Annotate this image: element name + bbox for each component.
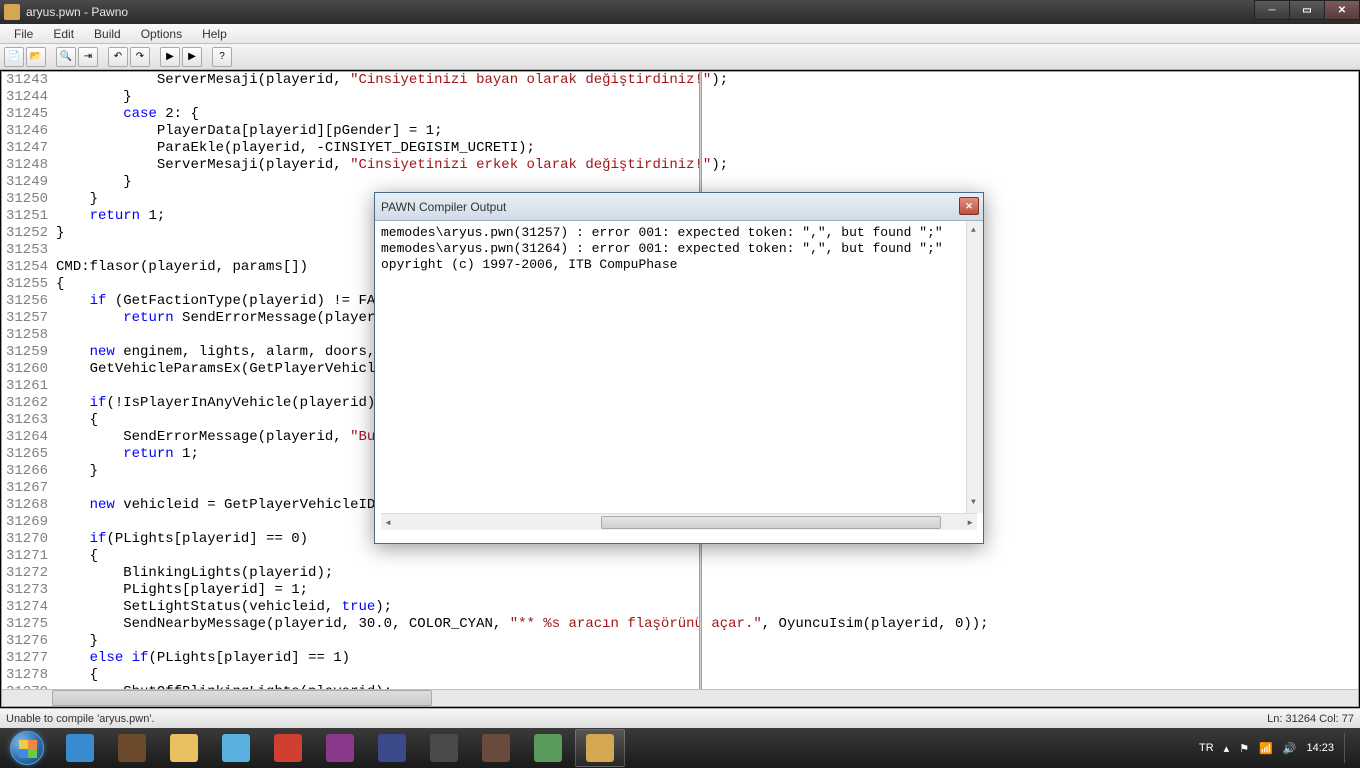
status-position: Ln: 31264 Col: 77	[1267, 713, 1354, 725]
tray-language[interactable]: TR	[1199, 742, 1214, 754]
open-button[interactable]: 📂	[26, 47, 46, 67]
new-button[interactable]: 📄	[4, 47, 24, 67]
dialog-vertical-scrollbar[interactable]	[966, 221, 983, 513]
horizontal-scrollbar[interactable]	[2, 689, 1358, 706]
dialog-title-text: PAWN Compiler Output	[381, 200, 506, 214]
tray-network-icon[interactable]: 📶	[1259, 742, 1273, 755]
start-button[interactable]	[0, 728, 54, 768]
run-button[interactable]: ▶	[182, 47, 202, 67]
maximize-button[interactable]: ▭	[1289, 0, 1325, 20]
tray-volume-icon[interactable]: 🔊	[1283, 742, 1297, 755]
line-gutter: 3124331244312453124631247312483124931250…	[2, 72, 56, 701]
menu-file[interactable]: File	[4, 25, 43, 43]
taskbar-minecraft[interactable]	[107, 729, 157, 767]
dialog-close-button[interactable]: ✕	[959, 197, 979, 215]
redo-button[interactable]: ↷	[130, 47, 150, 67]
compiler-output-line: memodes\aryus.pwn(31257) : error 001: ex…	[381, 225, 977, 241]
app-icon	[4, 4, 20, 20]
taskbar-folder[interactable]	[211, 729, 261, 767]
menu-build[interactable]: Build	[84, 25, 131, 43]
dialog-horizontal-scrollbar[interactable]	[381, 513, 977, 530]
scrollbar-thumb[interactable]	[52, 690, 432, 706]
tray-flag-icon[interactable]: ⚑	[1239, 742, 1249, 755]
status-message: Unable to compile 'aryus.pwn'.	[6, 713, 155, 725]
taskbar-app3[interactable]	[523, 729, 573, 767]
taskbar-pawno[interactable]	[575, 729, 625, 767]
compiler-output-line: opyright (c) 1997-2006, ITB CompuPhase	[381, 257, 977, 273]
taskbar-app2[interactable]	[471, 729, 521, 767]
taskbar-notepad[interactable]	[419, 729, 469, 767]
tray-clock[interactable]: 14:23	[1306, 742, 1334, 754]
windows-taskbar: TR ▴ ⚑ 📶 🔊 14:23	[0, 728, 1360, 768]
system-tray: TR ▴ ⚑ 📶 🔊 14:23	[1199, 733, 1360, 763]
dialog-titlebar[interactable]: PAWN Compiler Output ✕	[375, 193, 983, 221]
window-title: aryus.pwn - Pawno	[26, 5, 128, 19]
menu-options[interactable]: Options	[131, 25, 192, 43]
taskbar-explorer[interactable]	[159, 729, 209, 767]
taskbar-ie[interactable]	[55, 729, 105, 767]
close-button[interactable]: ✕	[1324, 0, 1360, 20]
show-desktop-button[interactable]	[1344, 733, 1354, 763]
compiler-output-line: memodes\aryus.pwn(31264) : error 001: ex…	[381, 241, 977, 257]
dialog-scrollbar-thumb[interactable]	[601, 516, 941, 529]
statusbar: Unable to compile 'aryus.pwn'. Ln: 31264…	[0, 708, 1360, 728]
compiler-output-text[interactable]: memodes\aryus.pwn(31257) : error 001: ex…	[375, 221, 983, 513]
minimize-button[interactable]: ─	[1254, 0, 1290, 20]
taskbar-chrome[interactable]	[263, 729, 313, 767]
compile-button[interactable]: ▶	[160, 47, 180, 67]
toolbar: 📄📂 🔍⇥ ↶↷ ▶▶?	[0, 44, 1360, 70]
tray-chevron-icon[interactable]: ▴	[1224, 742, 1230, 755]
find-button[interactable]: 🔍	[56, 47, 76, 67]
window-titlebar: aryus.pwn - Pawno ─ ▭ ✕	[0, 0, 1360, 24]
help-button[interactable]: ?	[212, 47, 232, 67]
taskbar-R[interactable]	[367, 729, 417, 767]
menu-help[interactable]: Help	[192, 25, 237, 43]
taskbar-app1[interactable]	[315, 729, 365, 767]
undo-button[interactable]: ↶	[108, 47, 128, 67]
menu-edit[interactable]: Edit	[43, 25, 84, 43]
compiler-output-dialog: PAWN Compiler Output ✕ memodes\aryus.pwn…	[374, 192, 984, 544]
menubar: FileEditBuildOptionsHelp	[0, 24, 1360, 44]
findnext-button[interactable]: ⇥	[78, 47, 98, 67]
